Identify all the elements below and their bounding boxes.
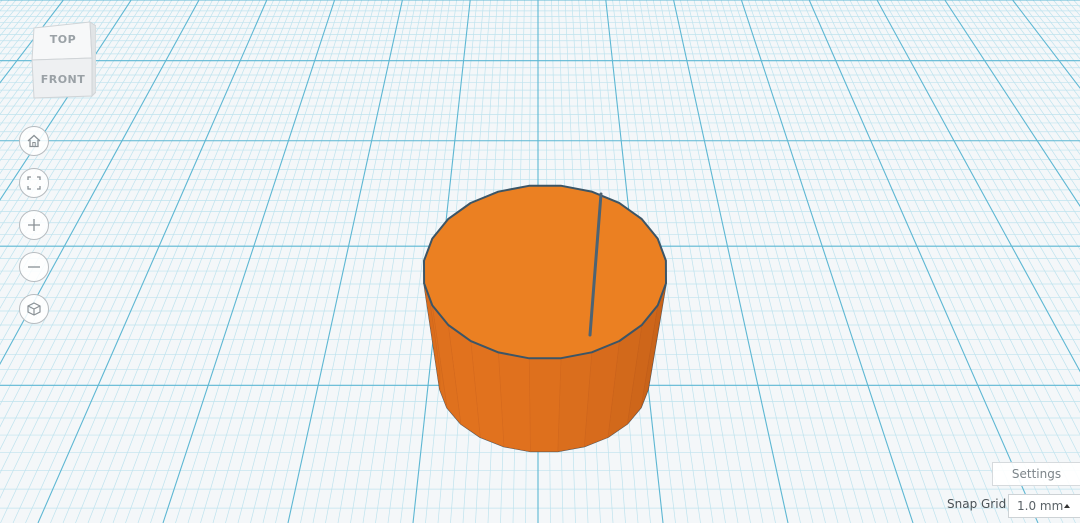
caret-up-icon [1064,504,1070,508]
snap-grid-select[interactable]: 1.0 mm [1008,494,1080,518]
zoom-in-button[interactable] [19,210,49,240]
fit-view-button[interactable] [19,168,49,198]
snap-grid-value: 1.0 mm [1017,499,1064,513]
cylinder-facet [528,357,562,452]
snap-grid-label: Snap Grid [947,497,1007,511]
home-view-button[interactable] [19,126,49,156]
projection-toggle-button[interactable] [19,294,49,324]
view-cube-top-label[interactable]: TOP [50,33,76,46]
zoom-out-button[interactable] [19,252,49,282]
plus-icon [26,217,42,233]
cube-icon [26,301,42,317]
fit-view-icon [26,175,42,191]
minus-icon [26,259,42,275]
workplane[interactable] [0,0,1080,523]
cylinder-shape[interactable] [423,184,667,453]
cylinder-top-face [423,184,667,360]
home-icon [26,133,42,149]
settings-button[interactable]: Settings [992,462,1080,486]
view-cube-front-label[interactable]: FRONT [41,73,86,86]
view-cube[interactable]: TOP FRONT [30,20,97,100]
